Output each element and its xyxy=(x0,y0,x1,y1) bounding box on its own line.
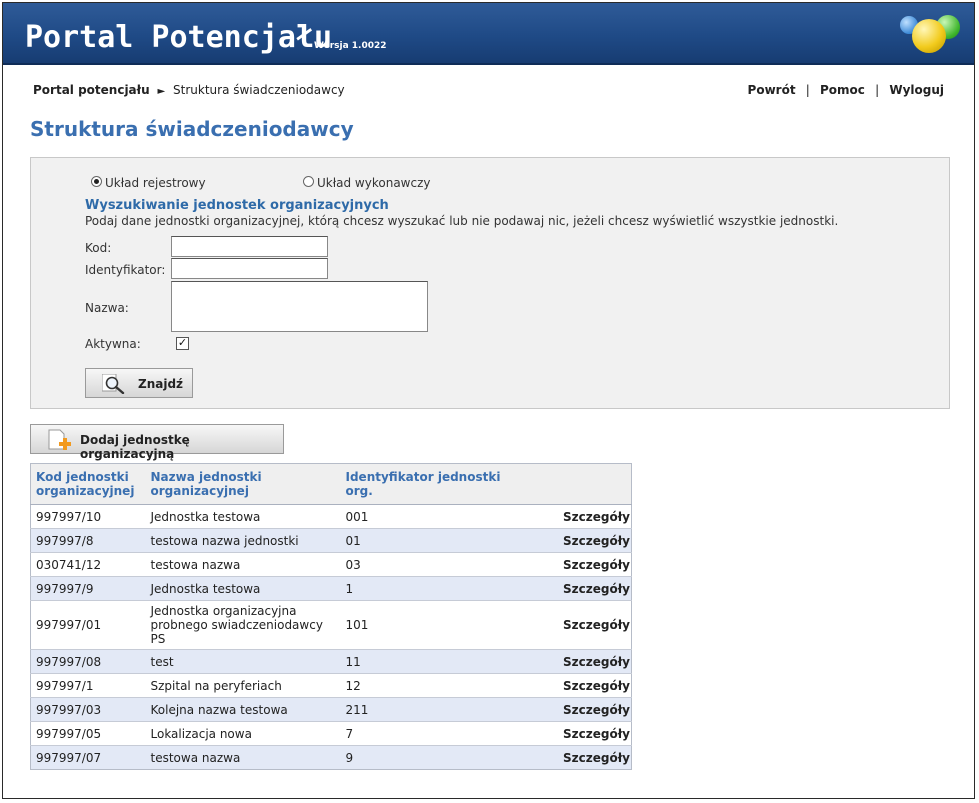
code-input[interactable] xyxy=(171,236,328,257)
cell-code: 997997/08 xyxy=(30,649,146,674)
cell-identifier: 01 xyxy=(340,528,521,553)
cell-name: test xyxy=(145,649,341,674)
details-link[interactable]: Szczegóły xyxy=(520,745,632,770)
magnifier-icon xyxy=(102,374,125,394)
cell-identifier: 211 xyxy=(340,697,521,722)
details-link[interactable]: Szczegóły xyxy=(520,673,632,698)
radio-executive-label: Układ wykonawczy xyxy=(317,176,431,190)
cell-code: 997997/10 xyxy=(30,504,146,529)
table-row: 997997/07 testowa nazwa 9 Szczegóły xyxy=(30,745,632,770)
cell-name: Kolejna nazwa testowa xyxy=(145,697,341,722)
breadcrumb-arrow-icon: ► xyxy=(157,86,166,97)
details-link[interactable]: Szczegóły xyxy=(520,528,632,553)
identifier-input[interactable] xyxy=(171,258,328,279)
add-document-icon xyxy=(48,429,71,450)
search-panel: Układ rejestrowy Układ wykonawczy Wyszuk… xyxy=(30,157,950,409)
cell-identifier: 9 xyxy=(340,745,521,770)
column-header-code: Kod jednostki organizacyjnej xyxy=(30,463,146,505)
logout-link[interactable]: Wyloguj xyxy=(889,83,944,97)
radio-executive[interactable] xyxy=(303,176,314,187)
cell-identifier: 12 xyxy=(340,673,521,698)
name-textarea[interactable] xyxy=(171,281,428,332)
cell-identifier: 03 xyxy=(340,552,521,577)
nav-separator: | xyxy=(805,83,810,97)
add-unit-button[interactable]: Dodaj jednostkę organizacyjną xyxy=(30,424,284,461)
breadcrumb-current: Struktura świadczeniodawcy xyxy=(173,83,345,97)
add-unit-button-label: Dodaj jednostkę organizacyjną xyxy=(80,433,190,461)
column-header-actions xyxy=(520,463,632,505)
app-window: Portal Potencjału Wersja 1.0022 Portal p… xyxy=(2,2,975,799)
table-row: 997997/01 Jednostka organizacyjna probne… xyxy=(30,600,632,650)
details-link[interactable]: Szczegóły xyxy=(520,600,632,650)
table-row: 997997/08 test 11 Szczegóły xyxy=(30,649,632,674)
cell-code: 997997/9 xyxy=(30,576,146,601)
page-title: Struktura świadczeniodawcy xyxy=(30,117,354,141)
cell-name: testowa nazwa xyxy=(145,552,341,577)
active-checkbox[interactable]: ✓ xyxy=(176,337,189,350)
details-link[interactable]: Szczegóły xyxy=(520,721,632,746)
details-link[interactable]: Szczegóły xyxy=(520,649,632,674)
units-table: Kod jednostki organizacyjnej Nazwa jedno… xyxy=(30,463,632,770)
cell-code: 997997/8 xyxy=(30,528,146,553)
cell-name: Jednostka testowa xyxy=(145,576,341,601)
cell-identifier: 1 xyxy=(340,576,521,601)
cell-code: 997997/03 xyxy=(30,697,146,722)
active-label: Aktywna: xyxy=(85,337,141,351)
back-link[interactable]: Powrót xyxy=(748,83,796,97)
radio-registry-option[interactable]: Układ rejestrowy xyxy=(91,176,206,190)
cell-code: 030741/12 xyxy=(30,552,146,577)
cell-code: 997997/05 xyxy=(30,721,146,746)
cell-code: 997997/07 xyxy=(30,745,146,770)
table-row: 997997/8 testowa nazwa jednostki 01 Szcz… xyxy=(30,528,632,553)
cell-identifier: 7 xyxy=(340,721,521,746)
radio-executive-option[interactable]: Układ wykonawczy xyxy=(303,176,430,190)
details-link[interactable]: Szczegóły xyxy=(520,697,632,722)
radio-registry[interactable] xyxy=(91,176,102,187)
app-header: Portal Potencjału Wersja 1.0022 xyxy=(3,3,974,65)
cell-name: Jednostka testowa xyxy=(145,504,341,529)
search-section-title: Wyszukiwanie jednostek organizacyjnych xyxy=(85,198,389,213)
cell-code: 997997/1 xyxy=(30,673,146,698)
table-row: 997997/1 Szpital na peryferiach 12 Szcze… xyxy=(30,673,632,698)
table-header-row: Kod jednostki organizacyjnej Nazwa jedno… xyxy=(30,463,632,505)
breadcrumb-root-link[interactable]: Portal potencjału xyxy=(33,83,150,97)
cell-code: 997997/01 xyxy=(30,600,146,650)
table-row: 030741/12 testowa nazwa 03 Szczegóły xyxy=(30,552,632,577)
top-navigation: Powrót | Pomoc | Wyloguj xyxy=(748,83,944,97)
nav-separator: | xyxy=(875,83,880,97)
find-button[interactable]: Znajdź xyxy=(85,368,193,398)
app-version: Wersja 1.0022 xyxy=(314,41,387,51)
column-header-name: Nazwa jednostki organizacyjnej xyxy=(145,463,341,505)
cell-identifier: 11 xyxy=(340,649,521,674)
find-button-label: Znajdź xyxy=(138,377,184,391)
cell-name: testowa nazwa jednostki xyxy=(145,528,341,553)
radio-registry-label: Układ rejestrowy xyxy=(105,176,206,190)
cell-identifier: 101 xyxy=(340,600,521,650)
table-row: 997997/05 Lokalizacja nowa 7 Szczegóły xyxy=(30,721,632,746)
search-description: Podaj dane jednostki organizacyjnej, któ… xyxy=(85,214,839,228)
table-row: 997997/10 Jednostka testowa 001 Szczegół… xyxy=(30,504,632,529)
column-header-identifier: Identyfikator jednostki org. xyxy=(340,463,521,505)
details-link[interactable]: Szczegóły xyxy=(520,504,632,529)
cell-name: Szpital na peryferiach xyxy=(145,673,341,698)
identifier-label: Identyfikator: xyxy=(85,263,166,277)
table-row: 997997/9 Jednostka testowa 1 Szczegóły xyxy=(30,576,632,601)
logo-balls-icon xyxy=(900,13,962,55)
breadcrumb: Portal potencjału ► Struktura świadczeni… xyxy=(33,83,345,97)
cell-name: testowa nazwa xyxy=(145,745,341,770)
code-label: Kod: xyxy=(85,241,112,255)
cell-name: Lokalizacja nowa xyxy=(145,721,341,746)
details-link[interactable]: Szczegóły xyxy=(520,576,632,601)
cell-identifier: 001 xyxy=(340,504,521,529)
name-label: Nazwa: xyxy=(85,301,129,315)
help-link[interactable]: Pomoc xyxy=(820,83,865,97)
cell-name: Jednostka organizacyjna probnego swiadcz… xyxy=(145,600,341,650)
table-row: 997997/03 Kolejna nazwa testowa 211 Szcz… xyxy=(30,697,632,722)
details-link[interactable]: Szczegóły xyxy=(520,552,632,577)
app-title: Portal Potencjału xyxy=(25,20,333,55)
